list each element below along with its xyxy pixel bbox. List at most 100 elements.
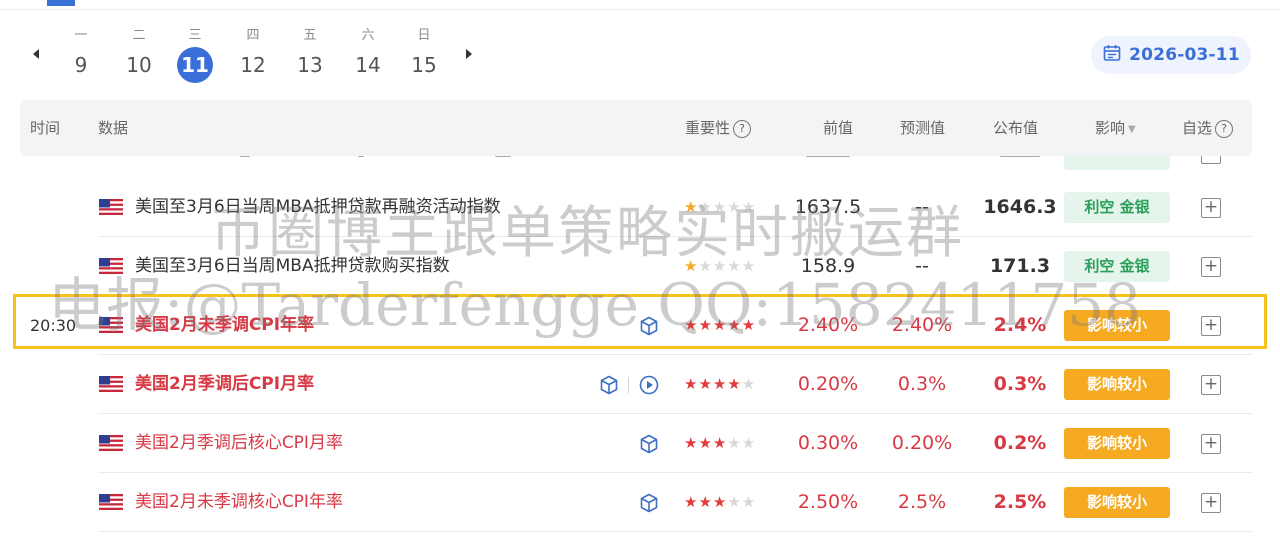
us-flag-icon (99, 494, 123, 510)
cube-icon[interactable] (638, 433, 660, 455)
us-flag-icon (99, 199, 123, 215)
table-row[interactable]: 美国至3月6日当周MBA抵押贷款购买指数 ★★★★★ 158.9 -- 171.… (0, 237, 1280, 296)
day-number: 9 (74, 53, 88, 77)
day-sat[interactable]: 六 14 (346, 26, 390, 86)
add-watchlist-button[interactable]: + (1201, 198, 1221, 218)
us-flag-icon (99, 435, 123, 451)
question-circle-icon[interactable]: ? (1215, 120, 1234, 138)
weekday-label: 二 (132, 28, 146, 43)
previous-value: 2.50% (797, 491, 859, 513)
icon-separator (628, 377, 629, 393)
impact-tag: 影响较小 (1064, 428, 1170, 459)
forecast-value: 0.3% (897, 373, 947, 395)
table-row[interactable]: 美国2月季调后核心CPI月率 ★★★★★ 0.30% 0.20% 0.2% 影响… (0, 414, 1280, 473)
selected-date-label: 2026-03-11 (1129, 45, 1240, 65)
actual-value: 0.2% (993, 432, 1047, 454)
play-circle-icon[interactable] (638, 374, 660, 396)
us-flag-icon (99, 317, 123, 333)
forecast-value: 0.20% (891, 432, 953, 454)
cube-icon[interactable] (598, 374, 620, 396)
clipped-impact-tag (1064, 156, 1170, 170)
date-picker-button[interactable]: 2026-03-11 (1091, 36, 1251, 74)
previous-value: 1637.5 (794, 196, 862, 218)
add-watchlist-button[interactable]: + (1201, 257, 1221, 277)
importance-stars: ★★★★★ (684, 316, 757, 334)
header-watchlist: 自选? (1182, 100, 1234, 156)
header-forecast: 预测值 (900, 119, 946, 137)
table-row[interactable]: 美国2月未季调核心CPI年率 ★★★★★ 2.50% 2.5% 2.5% 影响较… (0, 473, 1280, 532)
weekday-label: 六 (361, 28, 375, 43)
row-time: 20:30 (30, 316, 77, 335)
row-divider (98, 531, 1252, 532)
top-divider (0, 9, 1280, 10)
header-data: 数据 (98, 119, 129, 137)
indicator-name[interactable]: 美国2月未季调核心CPI年率 (135, 473, 343, 532)
header-actual: 公布值 (993, 119, 1039, 137)
header-watchlist-label: 自选 (1182, 119, 1213, 137)
day-number: 11 (177, 47, 213, 83)
header-time: 时间 (30, 119, 61, 137)
forecast-value: -- (915, 255, 929, 277)
day-wed-selected[interactable]: 三 11 (173, 26, 217, 86)
day-sun[interactable]: 日 15 (402, 26, 446, 86)
caret-down-icon: ▼ (1128, 124, 1136, 135)
indicator-name[interactable]: 美国2月季调后核心CPI月率 (135, 414, 343, 473)
importance-stars: ★★★★★ (684, 257, 757, 275)
us-flag-icon (99, 376, 123, 392)
impact-tag: 利空 金银 (1064, 192, 1170, 223)
impact-tag: 影响较小 (1064, 487, 1170, 518)
actual-value: 1646.3 (983, 196, 1057, 218)
importance-stars: ★★★★★ (684, 375, 757, 393)
clipped-add-button[interactable] (1201, 156, 1221, 164)
header-impact-filter[interactable]: 影响 ▼ (1095, 100, 1136, 158)
day-thu[interactable]: 四 12 (231, 26, 275, 86)
add-watchlist-button[interactable]: + (1201, 316, 1221, 336)
day-number: 10 (126, 53, 152, 77)
clipped-row (0, 156, 1280, 178)
header-importance[interactable]: 重要性? (685, 100, 752, 156)
table-row[interactable]: 美国2月季调后CPI月率 ★★★★★ 0.20% 0.3% 0.3% 影响较小 … (0, 355, 1280, 414)
table-row-highlighted[interactable]: 20:30 美国2月未季调CPI年率 ★★★★★ 2.40% 2.40% 2.4… (0, 296, 1280, 355)
add-watchlist-button[interactable]: + (1201, 434, 1221, 454)
add-watchlist-button[interactable]: + (1201, 493, 1221, 513)
day-mon[interactable]: 一 9 (59, 26, 103, 86)
question-circle-icon[interactable]: ? (733, 120, 752, 138)
previous-value: 0.30% (797, 432, 859, 454)
clipped-text (240, 156, 250, 157)
day-fri[interactable]: 五 13 (288, 26, 332, 86)
clipped-text (806, 156, 850, 157)
weekday-label: 三 (188, 28, 202, 43)
table-row[interactable]: 美国至3月6日当周MBA抵押贷款再融资活动指数 ★★★★★ 1637.5 -- … (0, 178, 1280, 237)
indicator-name[interactable]: 美国至3月6日当周MBA抵押贷款再融资活动指数 (135, 178, 501, 237)
indicator-name[interactable]: 美国至3月6日当周MBA抵押贷款购买指数 (135, 237, 450, 296)
importance-stars: ★★★★★ (684, 198, 757, 216)
previous-value: 158.9 (800, 255, 856, 277)
cube-icon[interactable] (638, 492, 660, 514)
actual-value: 2.5% (993, 491, 1047, 513)
impact-tag: 影响较小 (1064, 369, 1170, 400)
add-watchlist-button[interactable]: + (1201, 375, 1221, 395)
day-number: 15 (411, 53, 437, 77)
previous-value: 0.20% (797, 373, 859, 395)
forecast-value: 2.5% (897, 491, 947, 513)
importance-stars: ★★★★★ (684, 493, 757, 511)
previous-value: 2.40% (797, 314, 859, 336)
next-week-icon[interactable] (462, 46, 476, 62)
forecast-value: 2.40% (891, 314, 953, 336)
weekday-label: 一 (74, 28, 88, 43)
header-importance-label: 重要性 (685, 119, 731, 137)
day-tue[interactable]: 二 10 (117, 26, 161, 86)
weekday-label: 四 (246, 28, 260, 43)
clipped-text (358, 156, 364, 157)
calendar-icon (1102, 43, 1122, 67)
day-number: 14 (355, 53, 381, 77)
active-tab-indicator (47, 0, 75, 6)
table-header: 时间 数据 重要性? 前值 预测值 公布值 影响 ▼ 自选? (20, 100, 1252, 156)
header-impact-label: 影响 (1095, 119, 1126, 137)
prev-week-icon[interactable] (29, 46, 43, 62)
actual-value: 0.3% (993, 373, 1047, 395)
cube-icon[interactable] (638, 315, 660, 337)
indicator-name[interactable]: 美国2月未季调CPI年率 (135, 296, 314, 355)
weekday-label: 日 (417, 28, 431, 43)
indicator-name[interactable]: 美国2月季调后CPI月率 (135, 355, 314, 414)
